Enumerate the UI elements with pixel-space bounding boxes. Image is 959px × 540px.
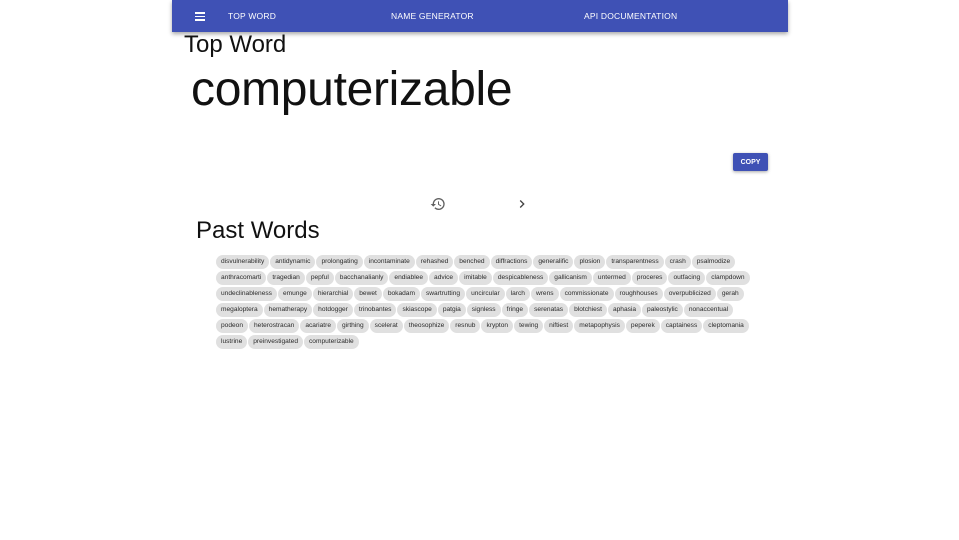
past-word-chip[interactable]: commissionate <box>559 287 614 301</box>
past-word-chip[interactable]: scelerat <box>369 319 403 333</box>
past-word-chip[interactable]: disvulnerability <box>216 255 270 269</box>
past-word-chip[interactable]: theosophize <box>403 319 450 333</box>
past-word-chip[interactable]: tragedian <box>267 271 305 285</box>
past-word-chip[interactable]: blotchiest <box>569 303 607 317</box>
past-word-chip[interactable]: incontaminate <box>363 255 415 269</box>
past-word-chip[interactable]: metapophysis <box>574 319 625 333</box>
nav-link-top-word[interactable]: TOP WORD <box>228 0 276 32</box>
history-icon[interactable] <box>430 196 446 212</box>
past-word-chip[interactable]: preinvestigated <box>248 335 303 349</box>
past-word-chip[interactable]: gallicanism <box>549 271 592 285</box>
past-word-chip[interactable]: anthracomarti <box>216 271 267 285</box>
past-word-chip[interactable]: megaloptera <box>216 303 263 317</box>
page-title: Top Word <box>184 31 287 58</box>
past-word-chip[interactable]: proceres <box>631 271 668 285</box>
past-word-chip[interactable]: peperek <box>625 319 660 333</box>
past-words-row: lustrine preinvestigated computerizable <box>216 335 776 351</box>
past-word-chip[interactable]: clampdown <box>706 271 750 285</box>
menu-icon[interactable] <box>192 8 208 24</box>
past-word-chip[interactable]: diffractions <box>490 255 533 269</box>
past-word-chip[interactable]: niftiest <box>544 319 574 333</box>
past-words-row: undeclinableness emunge hierarchial bewet bo… <box>216 287 776 303</box>
past-words-row: podeon heterostracan acariatre girthing scel… <box>216 319 776 335</box>
past-word-chip[interactable]: acariatre <box>300 319 336 333</box>
top-word-display: computerizable <box>191 63 513 116</box>
past-word-chip[interactable]: hierarchial <box>312 287 354 301</box>
past-word-chip[interactable]: antidynamic <box>270 255 316 269</box>
past-word-chip[interactable]: krypton <box>481 319 514 333</box>
past-word-chip[interactable]: fringe <box>501 303 529 317</box>
past-word-chip[interactable]: girthing <box>337 319 369 333</box>
past-word-chip[interactable]: endiablee <box>389 271 429 285</box>
past-word-chip[interactable]: tewing <box>514 319 544 333</box>
past-word-chip[interactable]: heterostracan <box>249 319 300 333</box>
past-word-chip[interactable]: outfacing <box>668 271 706 285</box>
past-word-chip[interactable]: advice <box>429 271 459 285</box>
past-word-chip[interactable]: overpublicized <box>663 287 716 301</box>
past-word-chip[interactable]: nonaccentual <box>683 303 734 317</box>
past-word-chip[interactable]: swartrutting <box>420 287 466 301</box>
past-word-chip[interactable]: transparentness <box>606 255 664 269</box>
copy-button[interactable]: COPY <box>733 153 768 171</box>
past-word-chip[interactable]: cleptomania <box>703 319 749 333</box>
past-word-chip[interactable]: uncircular <box>466 287 505 301</box>
past-words-list: disvulnerability antidynamic prolongating i… <box>216 255 776 351</box>
past-word-chip[interactable]: untermed <box>592 271 631 285</box>
past-word-chip[interactable]: aphasia <box>607 303 642 317</box>
past-word-chip[interactable]: despicableness <box>492 271 549 285</box>
past-word-chip[interactable]: wrens <box>530 287 559 301</box>
past-word-chip[interactable]: larch <box>505 287 530 301</box>
past-word-chip[interactable]: bokadam <box>382 287 420 301</box>
past-word-chip[interactable]: pepful <box>305 271 334 285</box>
past-word-chip[interactable]: gerah <box>716 287 744 301</box>
past-word-chip[interactable]: resnub <box>450 319 481 333</box>
past-word-chip[interactable]: paleostylic <box>642 303 683 317</box>
past-word-chip[interactable]: skiascope <box>397 303 437 317</box>
app-toolbar: TOP WORD NAME GENERATOR API DOCUMENTATIO… <box>172 0 788 32</box>
past-word-chip[interactable]: prolongating <box>316 255 363 269</box>
past-word-chip[interactable]: lustrine <box>216 335 248 349</box>
past-word-chip[interactable]: hotdogger <box>313 303 353 317</box>
past-word-chip[interactable]: patgia <box>437 303 466 317</box>
past-word-chip[interactable]: emunge <box>277 287 312 301</box>
past-words-row: anthracomarti tragedian pepful bacchanalian… <box>216 271 776 287</box>
past-word-chip[interactable]: benched <box>454 255 490 269</box>
past-word-chip[interactable]: hematherapy <box>263 303 313 317</box>
past-word-chip[interactable]: crash <box>664 255 691 269</box>
past-word-chip[interactable]: plosion <box>574 255 606 269</box>
past-words-row: disvulnerability antidynamic prolongating i… <box>216 255 776 271</box>
past-word-chip[interactable]: trinobantes <box>353 303 397 317</box>
past-word-chip[interactable]: podeon <box>216 319 249 333</box>
past-word-chip[interactable]: rehashed <box>415 255 454 269</box>
past-word-chip[interactable]: captainess <box>660 319 703 333</box>
nav-link-api-documentation[interactable]: API DOCUMENTATION <box>584 0 677 32</box>
past-word-chip[interactable]: bewet <box>354 287 382 301</box>
nav-link-name-generator[interactable]: NAME GENERATOR <box>391 0 474 32</box>
past-word-chip[interactable]: signless <box>466 303 501 317</box>
past-word-chip[interactable]: roughhouses <box>614 287 663 301</box>
past-word-chip[interactable]: undeclinableness <box>216 287 277 301</box>
past-word-chip[interactable]: serenatas <box>529 303 569 317</box>
past-word-chip[interactable]: psalmodize <box>691 255 736 269</box>
past-word-chip[interactable]: bacchanalianly <box>334 271 389 285</box>
past-word-chip[interactable]: computerizable <box>304 335 359 349</box>
past-words-row: megaloptera hematherapy hotdogger trinobant… <box>216 303 776 319</box>
past-words-heading: Past Words <box>196 217 320 244</box>
chevron-right-icon[interactable] <box>514 196 530 212</box>
past-word-chip[interactable]: imitable <box>459 271 492 285</box>
past-word-chip[interactable]: generalific <box>533 255 574 269</box>
